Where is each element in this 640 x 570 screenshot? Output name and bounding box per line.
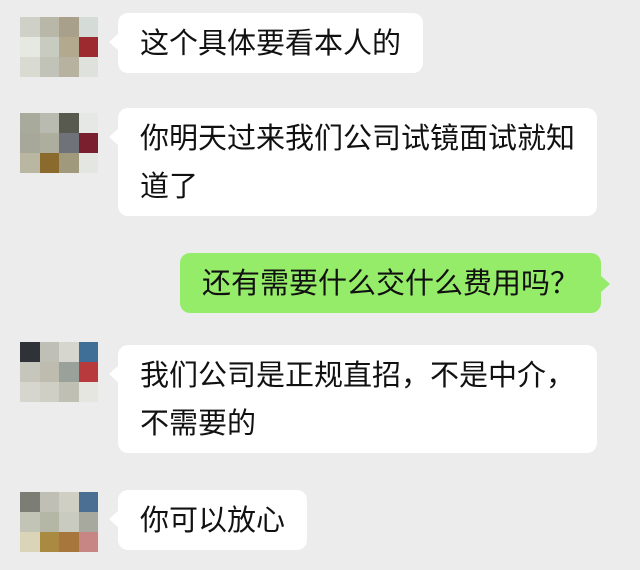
- avatar-mosaic-tile: [39, 153, 59, 173]
- avatar-mosaic-tile: [59, 492, 79, 512]
- avatar-mosaic-tile: [39, 532, 59, 552]
- avatar-mosaic-tile: [78, 362, 98, 382]
- avatar-mosaic-tile: [78, 37, 98, 57]
- avatar-mosaic-tile: [78, 57, 98, 77]
- avatar-mosaic-tile: [20, 113, 40, 133]
- avatar-mosaic-tile: [78, 133, 98, 153]
- avatar-mosaic-tile: [20, 532, 40, 552]
- message-text: 不需要的: [140, 406, 257, 440]
- message-text: 你可以放心: [140, 503, 286, 537]
- avatar-mosaic-tile: [59, 342, 79, 362]
- avatar-mosaic-tile: [20, 153, 40, 173]
- avatar-mosaic-tile: [20, 362, 40, 382]
- avatar-mosaic-tile: [39, 342, 59, 362]
- message-text: 还有需要什么交什么费用吗？: [202, 266, 580, 300]
- avatar-mosaic-tile: [20, 17, 40, 37]
- avatar-mosaic-tile: [78, 382, 98, 402]
- message-bubble-incoming: 你明天过来我们公司试镜面试就知 道了: [108, 108, 598, 216]
- avatar-mosaic-tile: [39, 57, 59, 77]
- message-bubble-incoming: 我们公司是正规直招，不是中介， 不需要的: [108, 345, 598, 453]
- avatar-mosaic-tile: [20, 37, 40, 57]
- avatar-mosaic-tile: [39, 17, 59, 37]
- message-text: 你明天过来我们公司试镜面试就知: [140, 121, 576, 155]
- avatar-mosaic-tile: [59, 113, 79, 133]
- avatar-mosaic-tile: [20, 57, 40, 77]
- avatar-mosaic-tile: [59, 37, 79, 57]
- avatar-mosaic-tile: [59, 133, 79, 153]
- avatar-mosaic-tile: [39, 362, 59, 382]
- avatar-mosaic-tile: [39, 113, 59, 133]
- avatar-mosaic-tile: [39, 37, 59, 57]
- message-text: 这个具体要看本人的: [140, 26, 402, 60]
- message-text: 道了: [140, 169, 199, 203]
- avatar-mosaic-tile: [20, 133, 40, 153]
- avatar-mosaic-tile: [59, 17, 79, 37]
- avatar-mosaic-tile: [78, 512, 98, 532]
- contact-avatar[interactable]: [20, 342, 98, 402]
- avatar-mosaic-tile: [78, 113, 98, 133]
- contact-avatar[interactable]: [20, 492, 98, 552]
- message-bubble-outgoing: 还有需要什么交什么费用吗？: [180, 253, 611, 313]
- avatar-mosaic-tile: [59, 362, 79, 382]
- avatar-mosaic-tile: [78, 17, 98, 37]
- avatar-mosaic-tile: [78, 342, 98, 362]
- message-bubble-incoming: 这个具体要看本人的: [108, 13, 424, 73]
- avatar-mosaic-tile: [78, 532, 98, 552]
- avatar-mosaic-tile: [78, 153, 98, 173]
- avatar-mosaic-tile: [39, 382, 59, 402]
- contact-avatar[interactable]: [20, 113, 98, 173]
- avatar-mosaic-tile: [59, 153, 79, 173]
- avatar-mosaic-tile: [59, 532, 79, 552]
- avatar-mosaic-tile: [78, 492, 98, 512]
- avatar-mosaic-tile: [20, 342, 40, 362]
- contact-avatar[interactable]: [20, 17, 98, 77]
- avatar-mosaic-tile: [39, 492, 59, 512]
- avatar-mosaic-tile: [20, 512, 40, 532]
- avatar-mosaic-tile: [20, 492, 40, 512]
- avatar-mosaic-tile: [39, 512, 59, 532]
- avatar-mosaic-tile: [59, 57, 79, 77]
- avatar-mosaic-tile: [39, 133, 59, 153]
- message-text: 我们公司是正规直招，不是中介，: [140, 358, 576, 392]
- avatar-mosaic-tile: [59, 512, 79, 532]
- message-bubble-incoming: 你可以放心: [108, 490, 308, 550]
- avatar-mosaic-tile: [59, 382, 79, 402]
- avatar-mosaic-tile: [20, 382, 40, 402]
